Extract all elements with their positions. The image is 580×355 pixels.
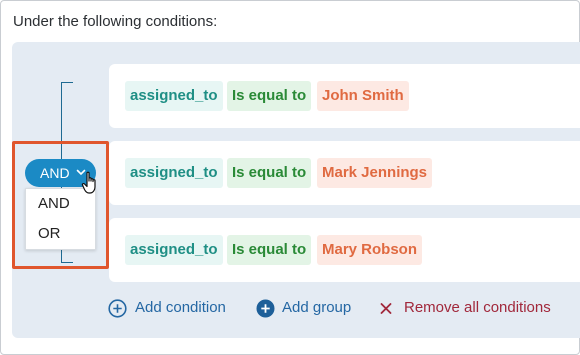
plus-circle-outline-icon — [108, 299, 127, 318]
condition-value[interactable]: Mary Robson — [317, 235, 423, 265]
highlight-box — [12, 141, 109, 269]
add-condition-label: Add condition — [135, 299, 226, 316]
close-icon — [380, 303, 392, 314]
condition-value[interactable]: John Smith — [317, 81, 409, 111]
condition-field[interactable]: assigned_to — [125, 235, 223, 265]
plus-circle-filled-icon — [256, 299, 275, 318]
condition-row-1[interactable]: assigned_to Is equal to John Smith — [109, 64, 580, 128]
condition-row-2[interactable]: assigned_to Is equal to Mark Jennings — [109, 141, 580, 205]
condition-field[interactable]: assigned_to — [125, 158, 223, 188]
condition-operator[interactable]: Is equal to — [227, 81, 312, 111]
remove-all-label: Remove all conditions — [404, 299, 551, 316]
condition-field[interactable]: assigned_to — [125, 81, 223, 111]
bracket-connector-top — [61, 82, 73, 83]
section-heading: Under the following conditions: — [13, 13, 218, 30]
condition-operator[interactable]: Is equal to — [227, 158, 312, 188]
hand-cursor-icon — [81, 171, 96, 194]
add-group-label: Add group — [282, 299, 352, 316]
condition-builder: Under the following conditions: assigned… — [0, 0, 580, 355]
condition-value[interactable]: Mark Jennings — [317, 158, 433, 188]
condition-operator[interactable]: Is equal to — [227, 235, 312, 265]
condition-row-3[interactable]: assigned_to Is equal to Mary Robson — [109, 218, 580, 282]
